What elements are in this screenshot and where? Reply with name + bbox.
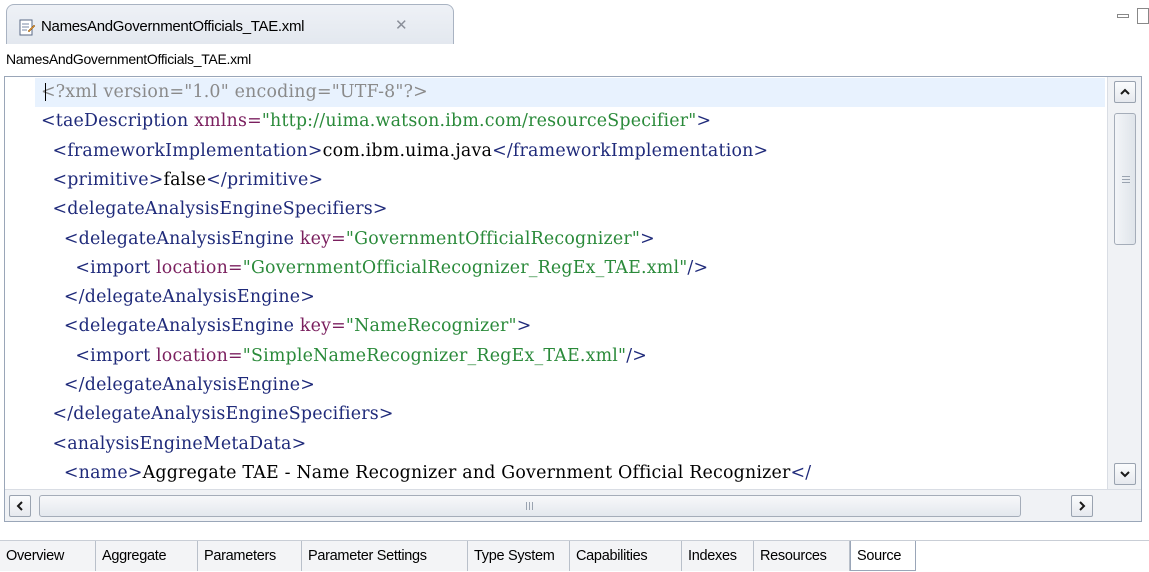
code-token: location= [156, 345, 243, 366]
code-token: "GovernmentOfficialRecognizer_RegEx_TAE.… [242, 257, 688, 278]
tab-resources[interactable]: Resources [754, 541, 850, 571]
code-token: "SimpleNameRecognizer_RegEx_TAE.xml" [242, 345, 627, 366]
code-token: location= [156, 257, 243, 278]
code-line[interactable]: <import location="GovernmentOfficialReco… [35, 254, 1105, 283]
code-token: </frameworkImplementation> [492, 140, 769, 161]
code-line-current[interactable]: <?xml version="1.0" encoding="UTF-8"?> [35, 78, 1105, 107]
code-token: <delegateAnalysisEngine [41, 228, 300, 249]
code-token: <frameworkImplementation> [41, 140, 323, 161]
view-controls [1109, 6, 1149, 26]
code-token: <analysisEngineMetaData> [41, 433, 307, 454]
tab-parameter-settings[interactable]: Parameter Settings [302, 541, 468, 571]
code-token: </delegateAnalysisEngineSpecifiers> [41, 404, 394, 425]
code-token: key= [299, 228, 346, 249]
xml-file-icon [19, 19, 35, 36]
code-token: com.ibm.uima.java [322, 140, 493, 161]
scroll-right-button[interactable] [1071, 495, 1093, 517]
editor-page-tabs: Overview Aggregate Parameters Parameter Set… [0, 540, 1149, 572]
code-line[interactable]: <taeDescription xmlns="http://uima.watso… [35, 107, 1105, 136]
code-line[interactable]: <frameworkImplementation>com.ibm.uima.ja… [35, 137, 1105, 166]
code-token: <delegateAnalysisEngineSpecifiers> [41, 199, 388, 220]
file-path-bar: NamesAndGovernmentOfficials_TAE.xml [0, 44, 1149, 74]
chevron-right-icon [1079, 501, 1086, 511]
code-line[interactable]: <analysisEngineMetaData> [35, 430, 1105, 459]
code-area[interactable]: <?xml version="1.0" encoding="UTF-8"?> <t… [35, 77, 1105, 489]
source-editor[interactable]: <?xml version="1.0" encoding="UTF-8"?> <t… [4, 76, 1142, 522]
code-token: /> [626, 345, 648, 366]
code-token: "http://uima.watson.ibm.com/resourceSpec… [261, 111, 697, 132]
grip-icon [526, 502, 534, 510]
code-token: <delegateAnalysisEngine [41, 316, 300, 337]
code-line[interactable]: <import location="SimpleNameRecognizer_R… [35, 342, 1105, 371]
code-token: key= [299, 316, 346, 337]
scroll-up-button[interactable] [1114, 81, 1136, 103]
tab-source[interactable]: Source [850, 541, 916, 571]
grip-icon [1122, 176, 1130, 184]
chevron-down-icon [1120, 471, 1130, 478]
vertical-scrollbar[interactable] [1107, 77, 1141, 489]
code-token: <?xml version="1.0" encoding="UTF-8"?> [41, 82, 428, 102]
code-token: <import [41, 345, 157, 366]
horizontal-scrollbar[interactable] [5, 489, 1141, 521]
code-token: /> [687, 257, 709, 278]
tab-capabilities[interactable]: Capabilities [570, 541, 682, 571]
code-token: > [696, 111, 712, 132]
tab-title: NamesAndGovernmentOfficials_TAE.xml [41, 18, 305, 35]
editor-tab-bar: NamesAndGovernmentOfficials_TAE.xml ✕ [0, 0, 1149, 44]
code-token: <import [41, 257, 157, 278]
tab-indexes[interactable]: Indexes [682, 541, 754, 571]
vertical-scroll-thumb[interactable] [1114, 113, 1136, 245]
code-token: "GovernmentOfficialRecognizer" [345, 228, 641, 249]
editor-tab[interactable]: NamesAndGovernmentOfficials_TAE.xml ✕ [6, 4, 454, 44]
code-token: </primitive> [206, 169, 324, 190]
file-path-label: NamesAndGovernmentOfficials_TAE.xml [6, 51, 251, 67]
code-line[interactable]: <primitive>false</primitive> [35, 166, 1105, 195]
scroll-down-button[interactable] [1114, 463, 1136, 485]
code-line[interactable]: <delegateAnalysisEngine key="NameRecogni… [35, 312, 1105, 341]
editor-gutter [5, 77, 35, 489]
tab-aggregate[interactable]: Aggregate [96, 541, 198, 571]
code-token: Aggregate TAE - Name Recognizer and Gove… [142, 462, 791, 483]
code-token: </delegateAnalysisEngine> [41, 375, 315, 395]
text-cursor [45, 83, 46, 101]
code-line[interactable]: </delegateAnalysisEngine> [35, 371, 1105, 400]
maximize-icon[interactable] [1137, 8, 1149, 24]
code-token: <taeDescription [41, 111, 195, 132]
code-token: </delegateAnalysisEngine> [41, 287, 315, 308]
scroll-left-button[interactable] [9, 495, 31, 517]
chevron-left-icon [16, 501, 23, 511]
chevron-up-icon [1120, 88, 1130, 95]
xml-editor-window: NamesAndGovernmentOfficials_TAE.xml ✕ Na… [0, 0, 1149, 572]
code-token: "NameRecognizer" [345, 316, 517, 337]
code-token: false [163, 169, 207, 190]
tab-overview[interactable]: Overview [0, 541, 96, 571]
tab-parameters[interactable]: Parameters [198, 541, 302, 571]
horizontal-scroll-thumb[interactable] [39, 495, 1021, 517]
minimize-icon[interactable] [1117, 14, 1129, 18]
tab-type-system[interactable]: Type System [468, 541, 570, 571]
code-line[interactable]: </delegateAnalysisEngineSpecifiers> [35, 400, 1105, 429]
code-token: <primitive> [41, 169, 164, 190]
close-icon[interactable]: ✕ [395, 16, 408, 34]
code-token: > [516, 316, 532, 337]
code-line[interactable]: </delegateAnalysisEngine> [35, 283, 1105, 312]
code-token: xmlns= [194, 111, 262, 132]
code-line[interactable]: <delegateAnalysisEngine key="GovernmentO… [35, 225, 1105, 254]
code-token: <name> [41, 462, 143, 483]
code-line[interactable]: <name>Aggregate TAE - Name Recognizer an… [35, 459, 1105, 488]
code-token: </ [790, 462, 812, 483]
code-line[interactable]: <delegateAnalysisEngineSpecifiers> [35, 195, 1105, 224]
code-token: > [640, 228, 655, 249]
